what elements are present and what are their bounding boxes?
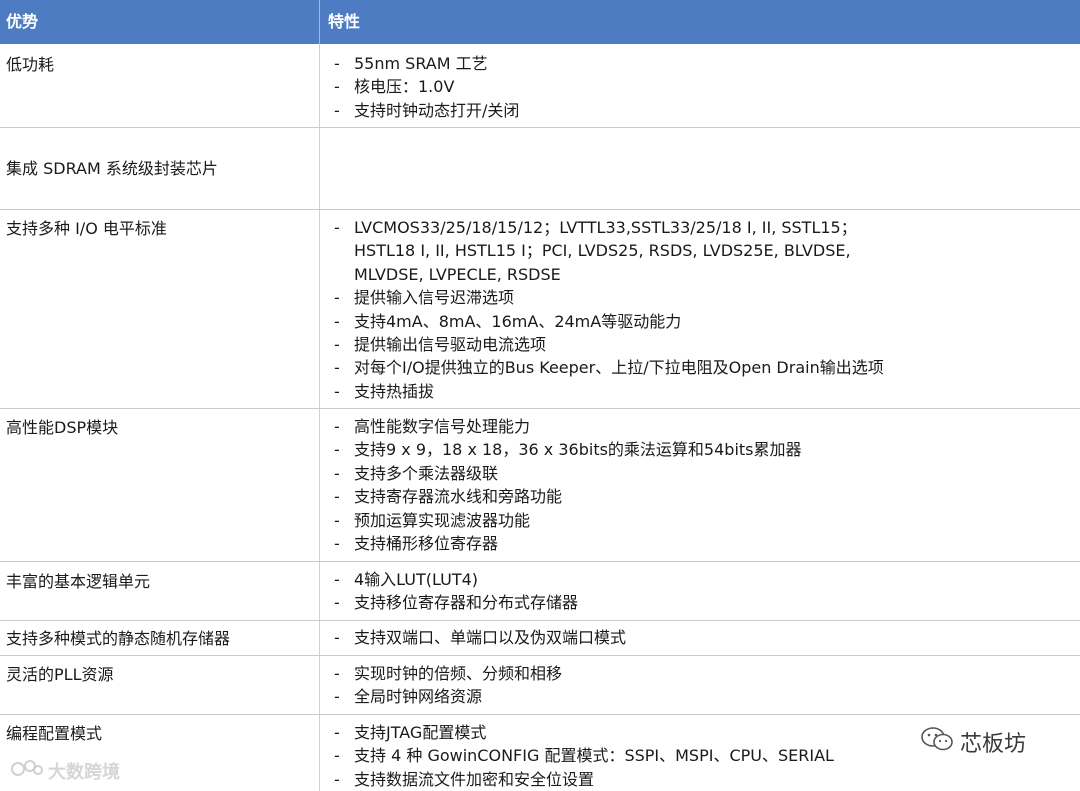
- watermark-left: 大数跨境: [10, 756, 140, 786]
- feature-list: -4输入LUT(LUT4) - 支持移位寄存器和分布式存储器: [330, 568, 1070, 615]
- feature-list: - LVCMOS33/25/18/15/12；LVTTL33,SSTL33/25/…: [330, 216, 1070, 403]
- feature-list: - 实现时钟的倍频、分频和相移 - 全局时钟网络资源: [330, 662, 1070, 709]
- list-item-continuation: MLVDSE, LVPECLE, RSDSE: [354, 264, 561, 284]
- list-item: - 核电压：1.0V: [334, 77, 455, 97]
- list-item: - 支持4mA、8mA、16mA、24mA等驱动能力: [334, 311, 682, 331]
- list-item: - 提供输出信号驱动电流选项: [334, 335, 547, 355]
- row-label: 支持多种模式的静态随机存储器: [6, 629, 231, 648]
- table-row: 支持多种模式的静态随机存储器 - 支持双端口、单端口以及伪双端口模式: [0, 621, 1080, 656]
- row-label: 低功耗: [6, 55, 55, 74]
- list-item: - 实现时钟的倍频、分频和相移: [334, 664, 563, 683]
- list-item: - 支持寄存器流水线和旁路功能: [334, 487, 563, 507]
- list-item: - 支持移位寄存器和分布式存储器: [334, 593, 579, 613]
- table-row: 支持多种 I/O 电平标准 - LVCMOS33/25/18/15/12；LVTT…: [0, 210, 1080, 409]
- header-feature: 特性: [328, 12, 361, 31]
- table-row: 集成 SDRAM 系统级封装芯片: [0, 128, 1080, 210]
- list-item: - 预加运算实现滤波器功能: [334, 510, 531, 530]
- watermark-left-text: 大数跨境: [48, 762, 120, 783]
- list-item: - 支持热插拔: [334, 381, 435, 401]
- list-item: - 支持双端口、单端口以及伪双端口模式: [334, 628, 627, 647]
- wechat-icon: [920, 725, 954, 759]
- row-label: 集成 SDRAM 系统级封装芯片: [6, 159, 218, 178]
- list-item: - 支持桶形移位寄存器: [334, 534, 499, 554]
- row-label: 灵活的PLL资源: [6, 665, 114, 684]
- row-label: 编程配置模式: [6, 724, 103, 743]
- column-divider: [319, 562, 320, 620]
- column-divider: [319, 715, 320, 791]
- list-item: - 支持数据流文件加密和安全位设置: [334, 769, 595, 789]
- column-divider: [319, 128, 320, 209]
- list-item: - 对每个I/O提供独立的Bus Keeper、上拉/下拉电阻及Open Drai…: [334, 358, 884, 378]
- list-item: - 提供输入信号迟滞选项: [334, 288, 515, 308]
- column-divider: [319, 44, 320, 127]
- table-row: 低功耗 -55nm SRAM 工艺 - 核电压：1.0V - 支持时钟动态打开/关闭: [0, 44, 1080, 128]
- column-divider: [319, 621, 320, 655]
- table-row: 高性能DSP模块 - 高性能数字信号处理能力 - 支持9 x 9，18 x 18，3…: [0, 409, 1080, 562]
- table-header: 优势 特性: [0, 0, 1080, 44]
- watermark-right: 芯板坊: [920, 724, 1070, 760]
- table-row: 丰富的基本逻辑单元 -4输入LUT(LUT4) - 支持移位寄存器和分布式存储器: [0, 562, 1080, 621]
- column-divider: [319, 409, 320, 561]
- list-item: - LVCMOS33/25/18/15/12；LVTTL33,SSTL33/25/…: [334, 218, 857, 237]
- column-divider: [319, 656, 320, 714]
- list-item: - 支持时钟动态打开/关闭: [334, 100, 520, 120]
- column-divider: [319, 210, 320, 408]
- header-advantage: 优势: [6, 12, 39, 31]
- list-item: - 高性能数字信号处理能力: [334, 417, 531, 436]
- table-row: 灵活的PLL资源 - 实现时钟的倍频、分频和相移 - 全局时钟网络资源: [0, 656, 1080, 715]
- list-item-continuation: HSTL18 I, II, HSTL15 I；PCI, LVDS25, RSDS…: [354, 241, 851, 261]
- list-item: - 支持多个乘法器级联: [334, 463, 499, 483]
- feature-list: - 支持双端口、单端口以及伪双端口模式: [330, 626, 1070, 649]
- feature-list: - 高性能数字信号处理能力 - 支持9 x 9，18 x 18，36 x 36bit…: [330, 415, 1070, 555]
- list-item: -55nm SRAM 工艺: [334, 54, 488, 73]
- watermark-right-text: 芯板坊: [960, 732, 1027, 757]
- row-label: 支持多种 I/O 电平标准: [6, 219, 167, 238]
- logo-icon: [10, 758, 44, 785]
- list-item: -4输入LUT(LUT4): [334, 570, 479, 589]
- header-divider: [319, 0, 320, 44]
- row-label: 丰富的基本逻辑单元: [6, 572, 151, 591]
- row-label: 高性能DSP模块: [6, 418, 119, 437]
- list-item: - 支持9 x 9，18 x 18，36 x 36bits的乘法运算和54bits…: [334, 440, 802, 460]
- table-row: 编程配置模式 - 支持JTAG配置模式 - 支持 4 种 GowinCONFIG 配…: [0, 715, 1080, 791]
- feature-list: -55nm SRAM 工艺 - 核电压：1.0V - 支持时钟动态打开/关闭: [330, 52, 1070, 122]
- list-item: - 全局时钟网络资源: [334, 687, 483, 707]
